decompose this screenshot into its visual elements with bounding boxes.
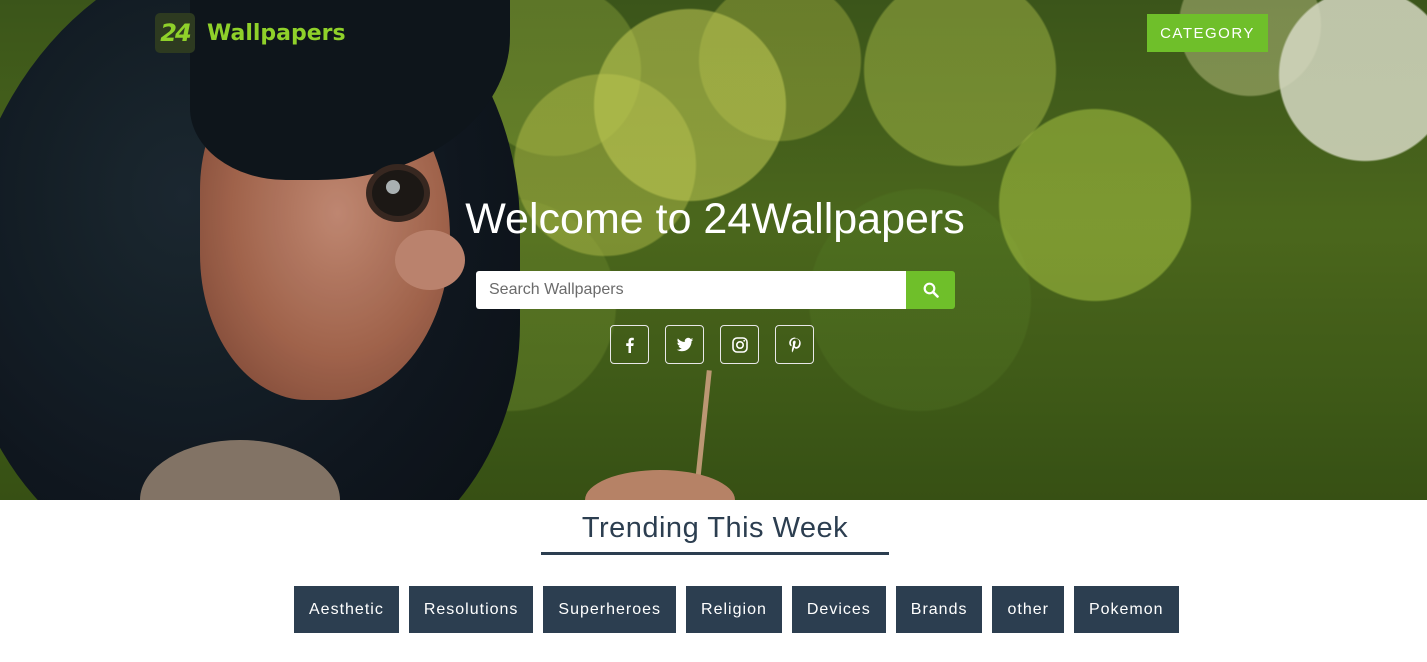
tag-aesthetic[interactable]: Aesthetic bbox=[294, 586, 399, 633]
search-bar bbox=[476, 271, 955, 309]
search-input[interactable] bbox=[476, 271, 906, 309]
logo-badge: 24 bbox=[155, 13, 195, 53]
facebook-icon bbox=[625, 337, 634, 353]
facebook-link[interactable] bbox=[610, 325, 649, 364]
category-button[interactable]: CATEGORY bbox=[1147, 14, 1268, 52]
instagram-icon bbox=[731, 336, 748, 353]
tag-resolutions[interactable]: Resolutions bbox=[408, 586, 534, 633]
search-icon bbox=[923, 282, 939, 298]
tag-superheroes[interactable]: Superheroes bbox=[543, 586, 677, 633]
site-logo[interactable]: 24 Wallpapers bbox=[155, 13, 346, 53]
tag-pokemon[interactable]: Pokemon bbox=[1073, 586, 1179, 633]
trending-title: Trending This Week bbox=[581, 512, 849, 544]
hero-title: Welcome to 24Wallpapers bbox=[465, 195, 965, 243]
tag-brands[interactable]: Brands bbox=[895, 586, 983, 633]
instagram-link[interactable] bbox=[720, 325, 759, 364]
trending-underline bbox=[541, 552, 889, 555]
twitter-icon bbox=[676, 337, 693, 351]
pinterest-icon bbox=[788, 337, 801, 352]
logo-text: Wallpapers bbox=[207, 20, 346, 46]
tag-other[interactable]: other bbox=[992, 586, 1064, 633]
tag-devices[interactable]: Devices bbox=[791, 586, 886, 633]
hero-overlay bbox=[0, 0, 1427, 500]
search-button[interactable] bbox=[906, 271, 955, 309]
social-links bbox=[610, 325, 814, 364]
trending-section: Trending This Week Aesthetic Resolutions… bbox=[0, 500, 1427, 662]
hero-banner: 24 Wallpapers CATEGORY Welcome to 24Wall… bbox=[0, 0, 1427, 500]
tag-religion[interactable]: Religion bbox=[686, 586, 782, 633]
twitter-link[interactable] bbox=[665, 325, 704, 364]
trending-tags: Aesthetic Resolutions Superheroes Religi… bbox=[294, 586, 1179, 633]
pinterest-link[interactable] bbox=[775, 325, 814, 364]
